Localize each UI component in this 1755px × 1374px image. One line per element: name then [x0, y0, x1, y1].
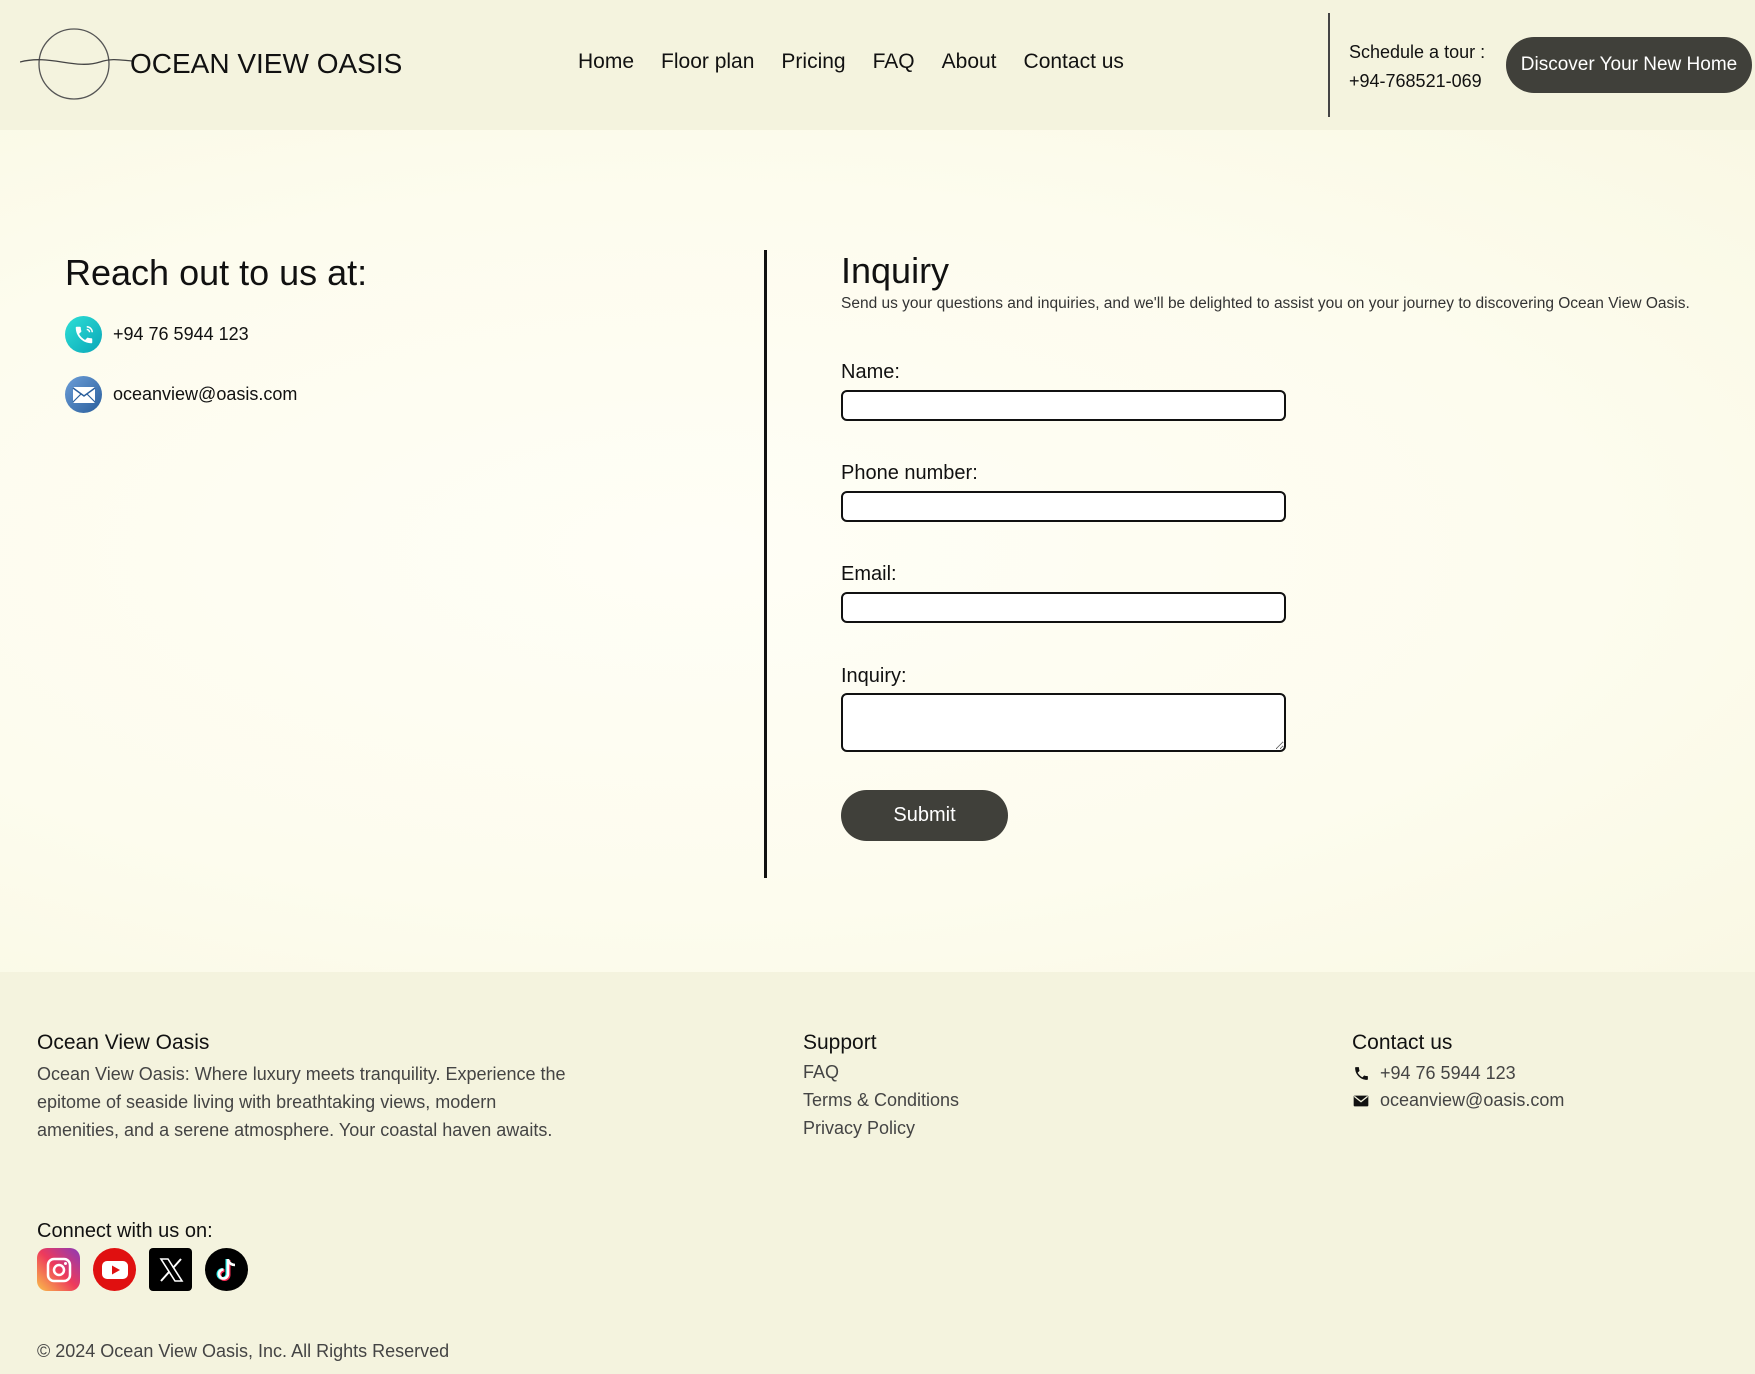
email-input[interactable]: [841, 592, 1286, 623]
footer-link-privacy[interactable]: Privacy Policy: [803, 1118, 915, 1139]
mail-icon: [1352, 1092, 1370, 1110]
logo-text: OCEAN VIEW OASIS: [130, 48, 403, 79]
footer-contact-phone: +94 76 5944 123: [1380, 1063, 1516, 1083]
nav-floor-plan[interactable]: Floor plan: [661, 50, 754, 74]
connect-title: Connect with us on:: [37, 1220, 213, 1242]
reach-phone: +94 76 5944 123: [113, 324, 249, 344]
reach-title: Reach out to us at:: [65, 252, 368, 293]
logo-wave-icon: [20, 28, 132, 100]
reach-email-row[interactable]: oceanview@oasis.com: [65, 376, 297, 413]
footer-brand-title: Ocean View Oasis: [37, 1031, 210, 1054]
discover-home-button[interactable]: Discover Your New Home: [1506, 37, 1752, 93]
section-divider: [764, 250, 767, 878]
reach-email: oceanview@oasis.com: [113, 384, 298, 404]
reach-phone-row[interactable]: +94 76 5944 123: [65, 316, 249, 353]
copyright: © 2024 Ocean View Oasis, Inc. All Rights…: [37, 1341, 450, 1361]
tiktok-icon[interactable]: [205, 1248, 248, 1291]
phone-icon: [65, 316, 102, 353]
footer-contact-title: Contact us: [1352, 1031, 1453, 1054]
name-label: Name:: [841, 361, 900, 383]
submit-button[interactable]: Submit: [841, 790, 1008, 841]
tour-phone[interactable]: +94-768521-069: [1349, 67, 1485, 96]
footer-contact-email: oceanview@oasis.com: [1380, 1090, 1565, 1110]
inquiry-subtitle: Send us your questions and inquiries, an…: [841, 295, 1690, 312]
site-header: OCEAN VIEW OASIS Home Floor plan Pricing…: [0, 0, 1755, 130]
nav-faq[interactable]: FAQ: [873, 50, 915, 74]
phone-icon: [1352, 1065, 1370, 1083]
nav-pricing[interactable]: Pricing: [781, 50, 845, 74]
logo[interactable]: OCEAN VIEW OASIS: [20, 26, 402, 102]
schedule-tour: Schedule a tour : +94-768521-069: [1349, 38, 1485, 96]
contact-section: Reach out to us at: +94 76 5944 123 ocea…: [0, 130, 1755, 972]
header-divider: [1328, 13, 1330, 117]
instagram-icon[interactable]: [37, 1248, 80, 1291]
nav-home[interactable]: Home: [578, 50, 634, 74]
inquiry-label: Inquiry:: [841, 665, 907, 687]
nav-contact-us[interactable]: Contact us: [1024, 50, 1124, 74]
footer-brand-text: Ocean View Oasis: Where luxury meets tra…: [37, 1064, 566, 1140]
footer-support-title: Support: [803, 1031, 877, 1054]
name-input[interactable]: [841, 390, 1286, 421]
inquiry-textarea[interactable]: [841, 693, 1286, 752]
footer-link-faq[interactable]: FAQ: [803, 1062, 839, 1083]
nav-about[interactable]: About: [942, 50, 997, 74]
footer-contact-phone-row[interactable]: +94 76 5944 123: [1352, 1063, 1516, 1084]
x-icon[interactable]: [149, 1248, 192, 1291]
phone-label: Phone number:: [841, 462, 978, 484]
tour-label: Schedule a tour :: [1349, 42, 1486, 62]
youtube-icon[interactable]: [93, 1248, 136, 1291]
phone-input[interactable]: [841, 491, 1286, 522]
main-nav: Home Floor plan Pricing FAQ About Contac…: [578, 50, 1151, 74]
site-footer: Ocean View Oasis Ocean View Oasis: Where…: [0, 972, 1755, 1374]
email-label: Email:: [841, 563, 897, 585]
footer-contact-email-row[interactable]: oceanview@oasis.com: [1352, 1090, 1564, 1111]
footer-link-terms[interactable]: Terms & Conditions: [803, 1090, 959, 1111]
social-links: [37, 1248, 248, 1291]
mail-icon: [65, 376, 102, 413]
inquiry-title: Inquiry: [841, 250, 950, 291]
